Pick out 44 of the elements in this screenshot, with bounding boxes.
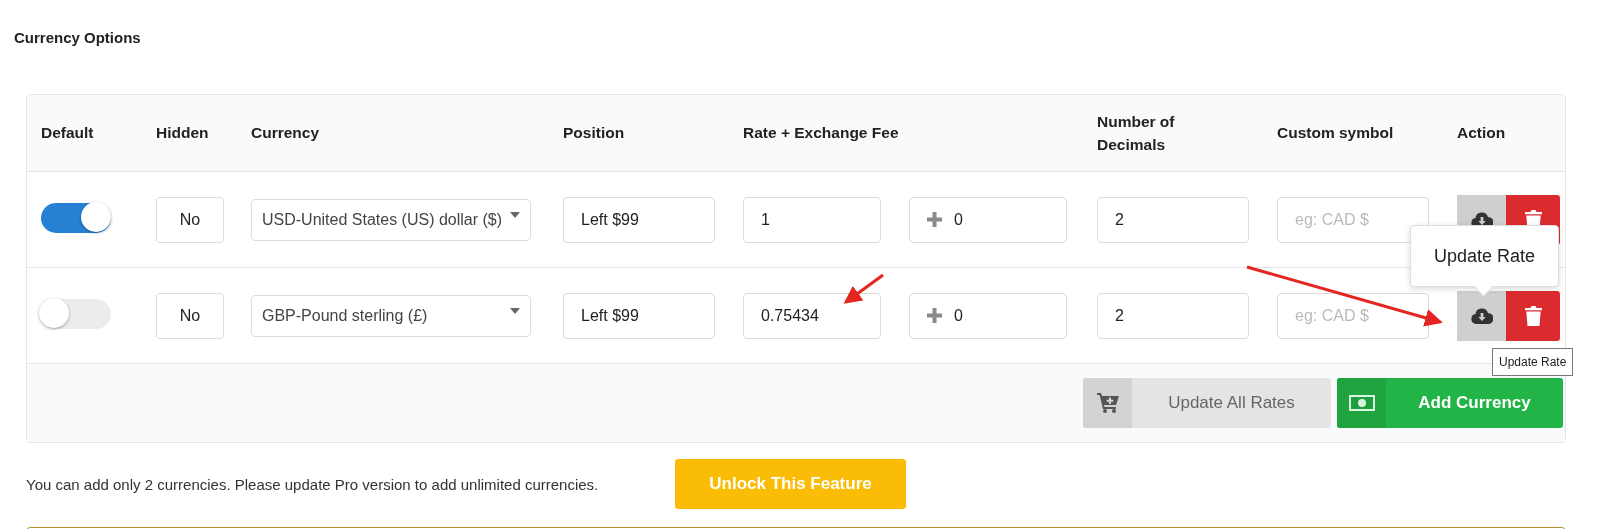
- fee-value: 0: [954, 306, 963, 325]
- trash-icon: [1524, 305, 1542, 326]
- section-title: Currency Options: [14, 29, 141, 46]
- banknote-icon: [1337, 378, 1386, 428]
- column-header: Rate + Exchange Fee: [743, 124, 899, 141]
- toggle-switch[interactable]: [41, 298, 111, 329]
- hidden-field[interactable]: No: [156, 292, 224, 339]
- toggle-switch[interactable]: [41, 202, 111, 233]
- custom-symbol-field[interactable]: eg: CAD $: [1277, 292, 1429, 339]
- column-header: Position: [563, 124, 626, 142]
- cloud-download-icon: [1470, 307, 1493, 324]
- popover-text: Update Rate: [1433, 245, 1536, 267]
- currency-select[interactable]: GBP-Pound sterling (£): [251, 294, 531, 337]
- cart-icon: [1083, 378, 1132, 428]
- update-all-rates-button[interactable]: Update All Rates: [1083, 378, 1331, 428]
- update-rate-button[interactable]: [1457, 290, 1506, 341]
- column-header: Currency: [251, 124, 321, 142]
- rate-field[interactable]: 0.75434: [743, 292, 881, 339]
- plus-icon: [927, 308, 942, 323]
- fee-field[interactable]: 0: [909, 196, 1067, 243]
- column-header: Default: [41, 124, 95, 142]
- column-header: Number of Decimals: [1097, 112, 1176, 155]
- currency-select[interactable]: USD-United States (US) dollar ($): [251, 198, 531, 241]
- rate-field[interactable]: 1: [743, 196, 881, 243]
- position-field[interactable]: Left $99: [563, 196, 715, 243]
- decimals-field[interactable]: 2: [1097, 196, 1249, 243]
- currency-value: USD-United States (US) dollar ($): [262, 210, 503, 229]
- arrow-annotation: [843, 273, 884, 304]
- column-header: Action: [1457, 124, 1507, 142]
- custom-symbol-field[interactable]: eg: CAD $: [1277, 196, 1429, 243]
- notice-text: You can add only 2 currencies. Please update Pro version to add unlimited currencies.: [26, 475, 600, 493]
- plus-icon: [927, 212, 942, 227]
- delete-button[interactable]: [1506, 290, 1560, 341]
- hidden-field[interactable]: No: [156, 196, 224, 243]
- position-field[interactable]: Left $99: [563, 292, 715, 339]
- column-header: Hidden: [156, 124, 210, 142]
- currency-value: GBP-Pound sterling (£): [262, 306, 428, 325]
- tooltip: Update Rate: [1492, 348, 1574, 376]
- caret-icon: [510, 211, 520, 218]
- caret-icon: [510, 307, 520, 314]
- fee-value: 0: [954, 210, 963, 229]
- decimals-field[interactable]: 2: [1097, 292, 1249, 339]
- fee-field[interactable]: 0: [909, 292, 1067, 339]
- column-header: Custom symbol: [1277, 124, 1395, 142]
